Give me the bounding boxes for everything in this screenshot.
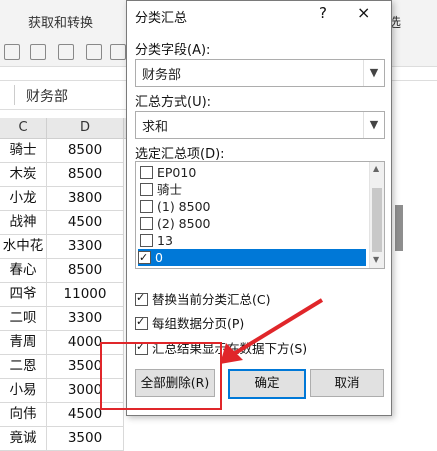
cell-amount[interactable]: 3500	[47, 427, 124, 451]
arrow-head	[220, 343, 243, 364]
arrow-shaft	[230, 298, 324, 357]
annotation-arrow	[220, 298, 324, 364]
cell-name[interactable]: 竟诚	[0, 427, 47, 451]
